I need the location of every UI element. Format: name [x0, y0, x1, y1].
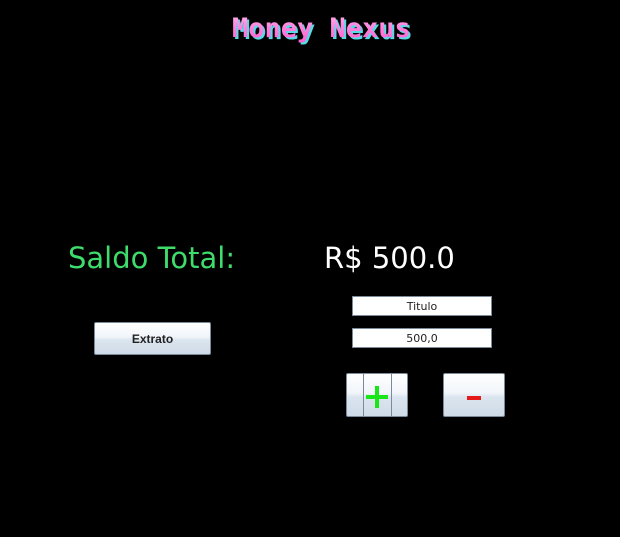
- balance-value: R$ 500.0: [324, 241, 455, 275]
- plus-icon: [366, 386, 388, 408]
- logo-text: Money Nexus: [232, 13, 411, 44]
- extrato-button[interactable]: Extrato: [94, 322, 211, 355]
- button-divider: [391, 374, 392, 416]
- balance-label: Saldo Total:: [68, 241, 236, 275]
- add-button[interactable]: [346, 373, 408, 417]
- minus-icon: [467, 396, 481, 400]
- logo-graphic: Money Nexus Money Nexus: [232, 13, 413, 46]
- title-input[interactable]: [352, 296, 492, 316]
- remove-button[interactable]: [443, 373, 505, 417]
- button-divider: [363, 374, 364, 416]
- app-window: Money Nexus Money Nexus Saldo Total: R$ …: [0, 0, 620, 537]
- amount-input[interactable]: [352, 328, 492, 348]
- app-logo: Money Nexus Money Nexus: [228, 13, 420, 47]
